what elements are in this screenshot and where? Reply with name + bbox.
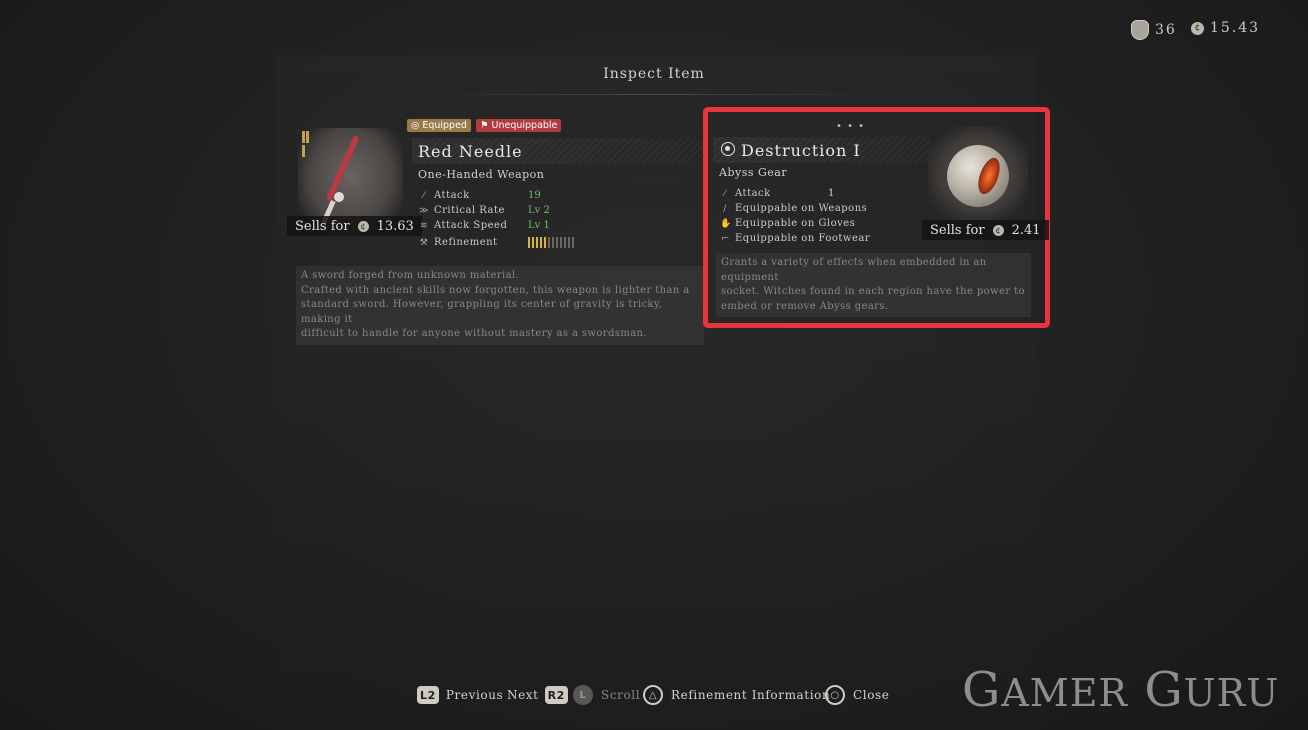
speed-icon: ≋ <box>419 220 429 231</box>
hammer-icon: ⚒ <box>419 237 429 248</box>
abyss-gear-orb <box>947 145 1009 207</box>
sword-icon: ⁄ <box>422 190 425 201</box>
item-type: Abyss Gear <box>719 166 788 179</box>
token-count: 36 <box>1155 22 1177 38</box>
stat-critical-value: Lv 2 <box>528 205 550 216</box>
page-indicator: • • • <box>836 121 866 132</box>
close-label: Close <box>853 688 890 702</box>
glove-icon: ✋ <box>720 218 732 229</box>
stat-attack-speed: ≋ Attack Speed <box>419 220 508 231</box>
scroll-label: Scroll <box>601 688 641 702</box>
title-divider <box>420 94 890 95</box>
stat-critical-rate: ≫ Critical Rate <box>419 205 505 216</box>
item-description: A sword forged from unknown material. Cr… <box>296 266 704 345</box>
orb-fire-crack <box>974 155 1004 197</box>
item-badges: ◎ Equipped ⚑ Unequippable <box>407 119 562 132</box>
page-title: Inspect Item <box>603 66 705 82</box>
coin-icon: ¢ <box>357 220 369 232</box>
triangle-button-icon: △ <box>643 685 663 705</box>
sword-guard <box>334 192 344 202</box>
sells-value: 13.63 <box>376 218 414 234</box>
scroll-control[interactable]: L Scroll <box>573 684 640 706</box>
refinement-info-control[interactable]: △ Refinement Information <box>643 684 830 706</box>
watermark-logo: GAMER GURU <box>962 662 1280 718</box>
equipped-badge: ◎ Equipped <box>407 119 471 132</box>
sword-blade <box>325 134 360 202</box>
currency-amount: 15.43 <box>1210 20 1261 36</box>
stat-attack: ⁄ Attack <box>720 188 771 199</box>
previous-control[interactable]: L2 Previous <box>417 684 503 706</box>
boot-icon: ⌐ <box>720 233 730 244</box>
item-name: Destruction Ⅰ <box>741 141 861 160</box>
critical-icon: ≫ <box>419 205 429 216</box>
stat-attack-speed-value: Lv 1 <box>528 220 550 231</box>
coin-icon: ¢ <box>992 224 1004 236</box>
equippable-gloves: ✋ Equippable on Gloves <box>720 218 856 229</box>
item-type: One-Handed Weapon <box>418 168 545 181</box>
coin-icon: ¢ <box>1191 21 1204 35</box>
equippable-footwear: ⌐ Equippable on Footwear <box>720 233 871 244</box>
item-name: Red Needle <box>418 142 523 161</box>
sell-price: Sells for ¢ 13.63 <box>287 216 422 236</box>
refinement-info-label: Refinement Information <box>671 688 831 702</box>
sells-label: Sells for <box>930 222 985 238</box>
unequippable-badge: ⚑ Unequippable <box>475 119 562 132</box>
item-description: Grants a variety of effects when embedde… <box>716 253 1031 317</box>
weapon-icon: ∕ <box>723 203 727 214</box>
next-label: Next <box>507 688 539 702</box>
stat-attack-value: 19 <box>528 190 541 201</box>
shield-icon <box>1131 20 1149 40</box>
stat-attack-value: 1 <box>828 188 835 199</box>
previous-label: Previous <box>445 688 504 702</box>
refinement-bar <box>528 237 574 248</box>
sell-price: Sells for ¢ 2.41 <box>922 220 1049 240</box>
next-control[interactable]: Next R2 <box>507 684 568 706</box>
sells-label: Sells for <box>295 218 350 234</box>
left-stick-icon: L <box>573 685 593 705</box>
stat-refinement: ⚒ Refinement <box>419 237 498 248</box>
circle-button-icon: ○ <box>825 685 845 705</box>
item-thumbnail[interactable] <box>928 126 1028 222</box>
equippable-weapons: ∕ Equippable on Weapons <box>720 203 867 214</box>
tier-icon <box>302 131 313 157</box>
sells-value: 2.41 <box>1011 222 1041 238</box>
currency-counter: ¢ 15.43 <box>1191 20 1260 36</box>
sword-icon: ⁄ <box>723 188 726 199</box>
token-counter: 36 <box>1131 20 1177 40</box>
close-control[interactable]: ○ Close <box>825 684 890 706</box>
stat-attack: ⁄ Attack <box>419 190 470 201</box>
r2-button-icon: R2 <box>544 686 568 704</box>
abyss-gear-icon <box>721 142 735 156</box>
l2-button-icon: L2 <box>417 686 439 704</box>
